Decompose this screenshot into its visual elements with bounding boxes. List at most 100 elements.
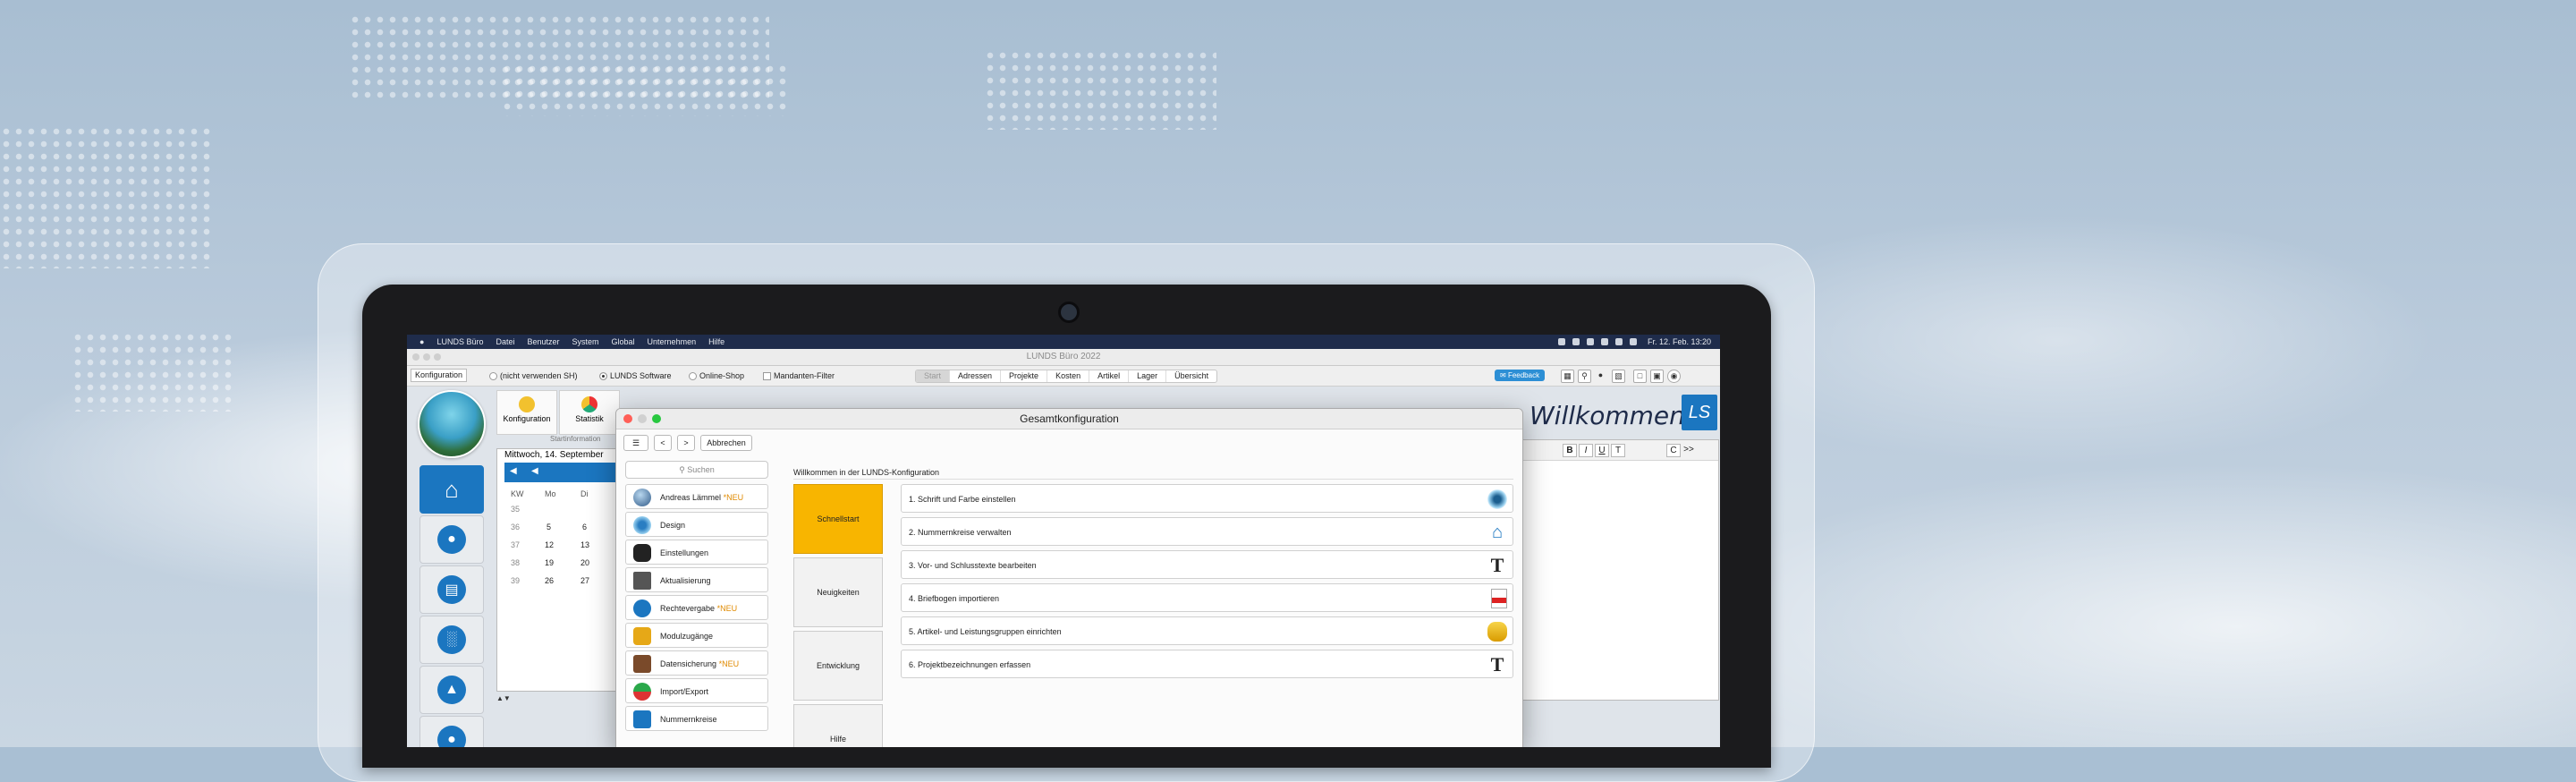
- week-number: 35: [511, 505, 521, 514]
- section-entwicklung[interactable]: Entwicklung: [793, 631, 883, 701]
- menubar-clock[interactable]: Fr. 12. Feb. 13:20: [1648, 337, 1711, 346]
- tab-statistik[interactable]: Statistik: [559, 390, 620, 435]
- feedback-label: Feedback: [1507, 371, 1540, 379]
- cancel-button[interactable]: Abbrechen: [700, 435, 752, 451]
- segment-artikel[interactable]: Artikel: [1089, 370, 1130, 382]
- window-icon[interactable]: ▣: [1650, 370, 1664, 383]
- calendar-day[interactable]: 27: [580, 576, 589, 585]
- location-pin-icon[interactable]: ●: [1595, 370, 1606, 381]
- person-icon: ●: [437, 525, 466, 554]
- menu-datei[interactable]: Datei: [496, 337, 514, 346]
- task-vor-schlusstexte[interactable]: 3. Vor- und Schlusstexte bearbeiten T: [901, 550, 1513, 579]
- calendar-day[interactable]: 5: [547, 523, 551, 531]
- segment-start[interactable]: Start: [916, 370, 951, 382]
- filter-nicht-verwenden[interactable]: (nicht verwenden SH): [489, 370, 578, 381]
- notes-editor[interactable]: B I U T C >>: [1521, 439, 1719, 701]
- filter-online-shop[interactable]: Online-Shop: [689, 370, 744, 381]
- dialog-title: Gesamtkonfiguration: [1020, 412, 1119, 425]
- prev-month-icon[interactable]: ◀: [531, 466, 538, 476]
- segment-lager[interactable]: Lager: [1129, 370, 1167, 382]
- menu-lunds-buero[interactable]: LUNDS Büro: [436, 337, 483, 346]
- clear-format-button[interactable]: C: [1666, 444, 1681, 457]
- calendar-day[interactable]: 20: [580, 558, 589, 567]
- search-input[interactable]: ⚲ Suchen: [625, 461, 768, 479]
- menu-unternehmen[interactable]: Unternehmen: [648, 337, 697, 346]
- menu-benutzer[interactable]: Benutzer: [527, 337, 559, 346]
- underline-button[interactable]: U: [1595, 444, 1609, 457]
- nav-item-rechtevergabe[interactable]: Rechtevergabe *NEU: [625, 595, 768, 620]
- layout-icon[interactable]: □: [1633, 370, 1647, 383]
- menu-system[interactable]: System: [572, 337, 599, 346]
- italic-button[interactable]: I: [1579, 444, 1593, 457]
- apple-icon[interactable]: ●: [419, 337, 424, 346]
- dialog-toolbar: ☰ < > Abbrechen: [616, 429, 1522, 455]
- status-icon[interactable]: [1586, 338, 1594, 345]
- close-dialog-button[interactable]: [623, 414, 632, 423]
- save-icon[interactable]: ▦: [1561, 370, 1574, 383]
- calendar-day[interactable]: 13: [580, 540, 589, 549]
- status-icon[interactable]: [1572, 338, 1580, 345]
- nav-contacts[interactable]: ●: [419, 515, 484, 564]
- segment-kosten[interactable]: Kosten: [1047, 370, 1090, 382]
- calendar-day[interactable]: 6: [582, 523, 587, 531]
- section-neuigkeiten[interactable]: Neuigkeiten: [793, 557, 883, 627]
- task-artikelgruppen[interactable]: 5. Artikel- und Leistungsgruppen einrich…: [901, 616, 1513, 645]
- bold-button[interactable]: B: [1563, 444, 1577, 457]
- battery-icon[interactable]: [1629, 338, 1637, 345]
- task-briefbogen[interactable]: 4. Briefbogen importieren: [901, 583, 1513, 612]
- nav-item-label: Datensicherung: [660, 659, 717, 668]
- status-icon[interactable]: [1600, 338, 1608, 345]
- prev-year-icon[interactable]: ◀: [510, 466, 517, 476]
- nav-item-nummernkreise[interactable]: Nummernkreise: [625, 706, 768, 731]
- menu-hilfe[interactable]: Hilfe: [708, 337, 724, 346]
- nav-item-aktualisierung[interactable]: Aktualisierung: [625, 567, 768, 592]
- calendar-day[interactable]: 26: [545, 576, 554, 585]
- more-tools-button[interactable]: >>: [1682, 444, 1695, 455]
- nav-item-modulzugaenge[interactable]: Modulzugänge: [625, 623, 768, 648]
- task-schrift-farbe[interactable]: 1. Schrift und Farbe einstellen: [901, 484, 1513, 513]
- week-number: 37: [511, 540, 521, 549]
- calendar-icon[interactable]: ▧: [1612, 370, 1625, 383]
- calendar-day[interactable]: 12: [545, 540, 554, 549]
- task-projektbezeichnungen[interactable]: 6. Projektbezeichnungen erfassen T: [901, 650, 1513, 678]
- minimize-window-button[interactable]: [423, 353, 430, 361]
- collapse-toggle-icon[interactable]: ▲▼: [496, 694, 511, 702]
- filter-lunds-software[interactable]: LUNDS Software: [599, 370, 672, 381]
- search-icon[interactable]: ⚲: [1578, 370, 1591, 383]
- konfiguration-button[interactable]: Konfiguration: [411, 369, 468, 382]
- menu-global[interactable]: Global: [612, 337, 635, 346]
- nav-item-import-export[interactable]: Import/Export: [625, 678, 768, 703]
- forward-button[interactable]: >: [677, 435, 695, 451]
- nav-articles[interactable]: ▲: [419, 666, 484, 714]
- segment-projekte[interactable]: Projekte: [1001, 370, 1048, 382]
- nav-item-user[interactable]: Andreas Lämmel *NEU: [625, 484, 768, 509]
- section-schnellstart[interactable]: Schnellstart: [793, 484, 883, 554]
- back-button[interactable]: <: [654, 435, 672, 451]
- mandanten-filter-checkbox[interactable]: Mandanten-Filter: [763, 370, 835, 381]
- segment-adressen[interactable]: Adressen: [950, 370, 1002, 382]
- nav-projects[interactable]: ▤: [419, 565, 484, 614]
- task-nummernkreise[interactable]: 2. Nummernkreise verwalten ⌂: [901, 517, 1513, 546]
- nav-statistics[interactable]: ░: [419, 616, 484, 664]
- zoom-dialog-button[interactable]: [652, 414, 661, 423]
- close-window-button[interactable]: [412, 353, 419, 361]
- minimize-dialog-button[interactable]: [638, 414, 647, 423]
- pdf-badge-icon: [1492, 598, 1506, 603]
- nav-item-design[interactable]: Design: [625, 512, 768, 537]
- settings-icon[interactable]: ◉: [1667, 370, 1681, 383]
- nav-item-datensicherung[interactable]: Datensicherung *NEU: [625, 650, 768, 676]
- search-icon[interactable]: [1614, 338, 1623, 345]
- tab-konfiguration[interactable]: Konfiguration: [496, 390, 557, 435]
- feedback-button[interactable]: ✉ Feedback: [1495, 370, 1546, 381]
- nav-item-einstellungen[interactable]: Einstellungen: [625, 540, 768, 565]
- nav-more[interactable]: ●: [419, 716, 484, 747]
- user-avatar[interactable]: [418, 390, 486, 458]
- nav-home[interactable]: ⌂: [419, 465, 484, 514]
- wifi-icon[interactable]: [1557, 338, 1565, 345]
- text-style-button[interactable]: T: [1611, 444, 1625, 457]
- section-hilfe[interactable]: Hilfe: [793, 704, 883, 747]
- zoom-window-button[interactable]: [434, 353, 441, 361]
- barcode-icon[interactable]: ☰: [623, 435, 648, 451]
- segment-uebersicht[interactable]: Übersicht: [1166, 370, 1216, 382]
- calendar-day[interactable]: 19: [545, 558, 554, 567]
